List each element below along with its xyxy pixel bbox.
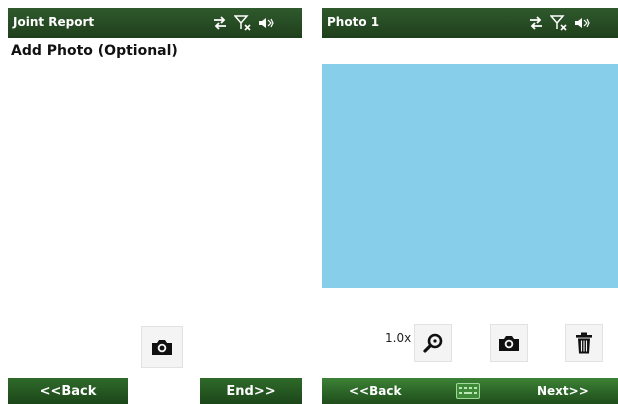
camera-icon: [152, 340, 172, 355]
add-photo-heading: Add Photo (Optional): [11, 43, 178, 59]
camera-button[interactable]: [490, 324, 528, 362]
end-button[interactable]: End>>: [200, 378, 302, 404]
signal-off-icon: [234, 15, 251, 31]
magnifier-icon: [423, 333, 443, 353]
zoom-button[interactable]: [414, 324, 452, 362]
signal-off-icon: [550, 15, 567, 31]
photo-screen: Photo 1 1.0x <<Back Next>>: [322, 8, 618, 404]
joint-report-screen: Joint Report Add Photo (Optional) <<Back…: [8, 8, 302, 404]
back-button[interactable]: <<Back: [349, 384, 401, 398]
trash-icon: [576, 332, 592, 354]
camera-icon: [499, 336, 519, 351]
speaker-muted-icon: [575, 18, 590, 28]
zoom-level: 1.0x: [385, 331, 412, 345]
sync-arrows-icon: [214, 16, 226, 30]
next-button[interactable]: Next>>: [537, 384, 589, 398]
status-icons: [212, 13, 274, 33]
screen-title: Joint Report: [13, 15, 95, 29]
status-icons: [528, 13, 590, 33]
speaker-muted-icon: [259, 18, 274, 28]
screen-title: Photo 1: [327, 15, 380, 29]
title-bar: Photo 1: [322, 8, 618, 38]
camera-button[interactable]: [141, 326, 183, 368]
sync-arrows-icon: [530, 16, 542, 30]
title-bar: Joint Report: [8, 8, 302, 38]
softkey-bar: <<Back Next>>: [322, 378, 618, 404]
delete-button[interactable]: [565, 324, 603, 362]
photo-preview[interactable]: [322, 64, 618, 288]
softkey-bar: <<Back End>>: [8, 378, 302, 404]
keyboard-icon[interactable]: [456, 383, 480, 399]
back-button[interactable]: <<Back: [8, 378, 128, 404]
